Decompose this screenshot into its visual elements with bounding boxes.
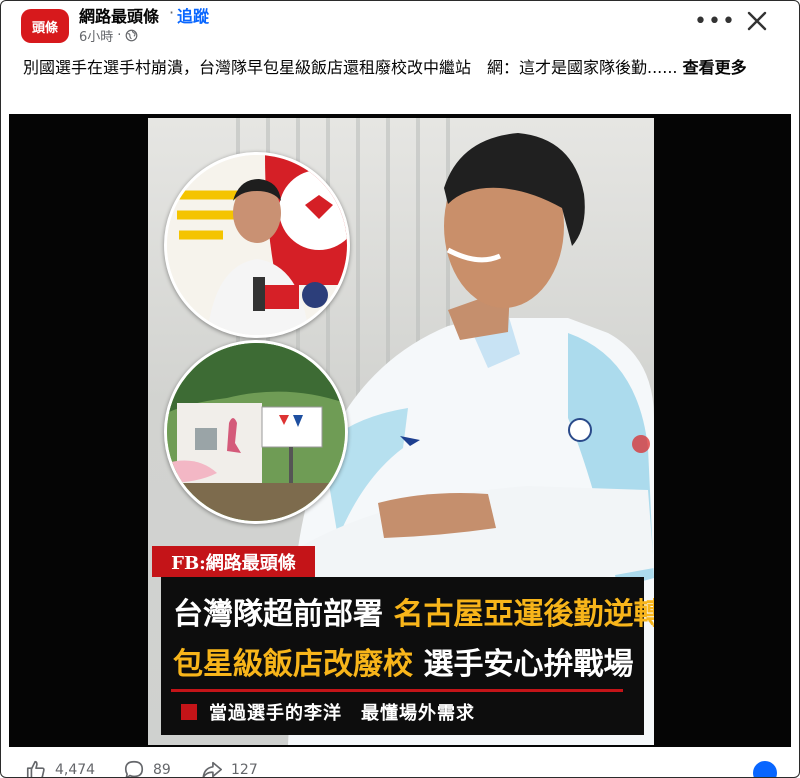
school-illustration bbox=[167, 343, 345, 521]
action-bar: 4,474 89 127 bbox=[1, 757, 799, 778]
headline-line-2: 包星級飯店改廢校 選手安心拚戰場 bbox=[173, 639, 633, 683]
like-count: 4,474 bbox=[55, 762, 96, 778]
share-arrow-icon bbox=[202, 761, 222, 777]
follow-button[interactable]: 追蹤 bbox=[177, 3, 209, 27]
headline-1-white: 台灣隊超前部署 bbox=[173, 597, 383, 632]
news-poster: FB:網路最頭條 台灣隊超前部署 名古屋亞運後勤逆轉 包星級飯店改廢校 選手安心… bbox=[148, 118, 654, 745]
headline-subtitle: 當過選手的李洋 最懂場外需求 bbox=[209, 703, 475, 724]
comment-bubble-icon bbox=[124, 760, 144, 777]
share-count: 127 bbox=[231, 762, 258, 778]
close-post-button[interactable] bbox=[741, 5, 773, 37]
headline-divider bbox=[171, 689, 623, 692]
close-icon bbox=[747, 11, 767, 31]
share-button[interactable]: 127 bbox=[201, 759, 258, 778]
headline-line-1: 台灣隊超前部署 名古屋亞運後勤逆轉 bbox=[173, 589, 654, 633]
headline-2-white: 選手安心拚戰場 bbox=[423, 647, 634, 682]
headline-1-yellow: 名古屋亞運後勤逆轉 bbox=[393, 597, 654, 632]
comment-count: 89 bbox=[153, 762, 171, 778]
more-options-button[interactable]: ••• bbox=[694, 7, 735, 35]
feed-post: 頭條 網路最頭條 · 追蹤 6小時 · ••• 別國選手在選手村崩潰，台灣隊早包… bbox=[0, 0, 800, 778]
post-time[interactable]: 6小時 bbox=[79, 26, 113, 45]
post-image[interactable]: FB:網路最頭條 台灣隊超前部署 名古屋亞運後勤逆轉 包星級飯店改廢校 選手安心… bbox=[9, 114, 791, 747]
post-caption: 別國選手在選手村崩潰，台灣隊早包星級飯店還租廢校改中繼站 網：這才是國家隊後勤.… bbox=[23, 55, 783, 80]
separator-dot: · bbox=[169, 3, 175, 22]
more-horizontal-icon: ••• bbox=[694, 8, 736, 34]
page-avatar[interactable]: 頭條 bbox=[21, 9, 69, 43]
headline-box: 台灣隊超前部署 名古屋亞運後勤逆轉 包星級飯店改廢校 選手安心拚戰場 當過選手的… bbox=[161, 577, 654, 735]
globe-icon bbox=[126, 29, 138, 42]
source-tag: FB:網路最頭條 bbox=[152, 546, 315, 577]
interview-illustration bbox=[167, 155, 347, 335]
page-name-link[interactable]: 網路最頭條 bbox=[79, 3, 159, 27]
like-button[interactable]: 4,474 bbox=[25, 759, 96, 778]
like-reaction-icon[interactable] bbox=[753, 761, 777, 777]
comment-button[interactable]: 89 bbox=[123, 759, 171, 778]
caption-text: 別國選手在選手村崩潰，台灣隊早包星級飯店還租廢校改中繼站 網：這才是國家隊後勤.… bbox=[23, 58, 678, 77]
interview-photo bbox=[164, 152, 350, 338]
meta-dot: · bbox=[117, 28, 122, 43]
post-meta: 6小時 · bbox=[79, 26, 138, 45]
school-photo bbox=[164, 340, 348, 524]
headline-2-yellow: 包星級飯店改廢校 bbox=[173, 647, 413, 682]
bullet-square-icon bbox=[181, 704, 197, 720]
thumbs-up-icon bbox=[26, 760, 45, 777]
avatar-text: 頭條 bbox=[31, 20, 58, 36]
see-more-link[interactable]: 查看更多 bbox=[683, 58, 747, 77]
